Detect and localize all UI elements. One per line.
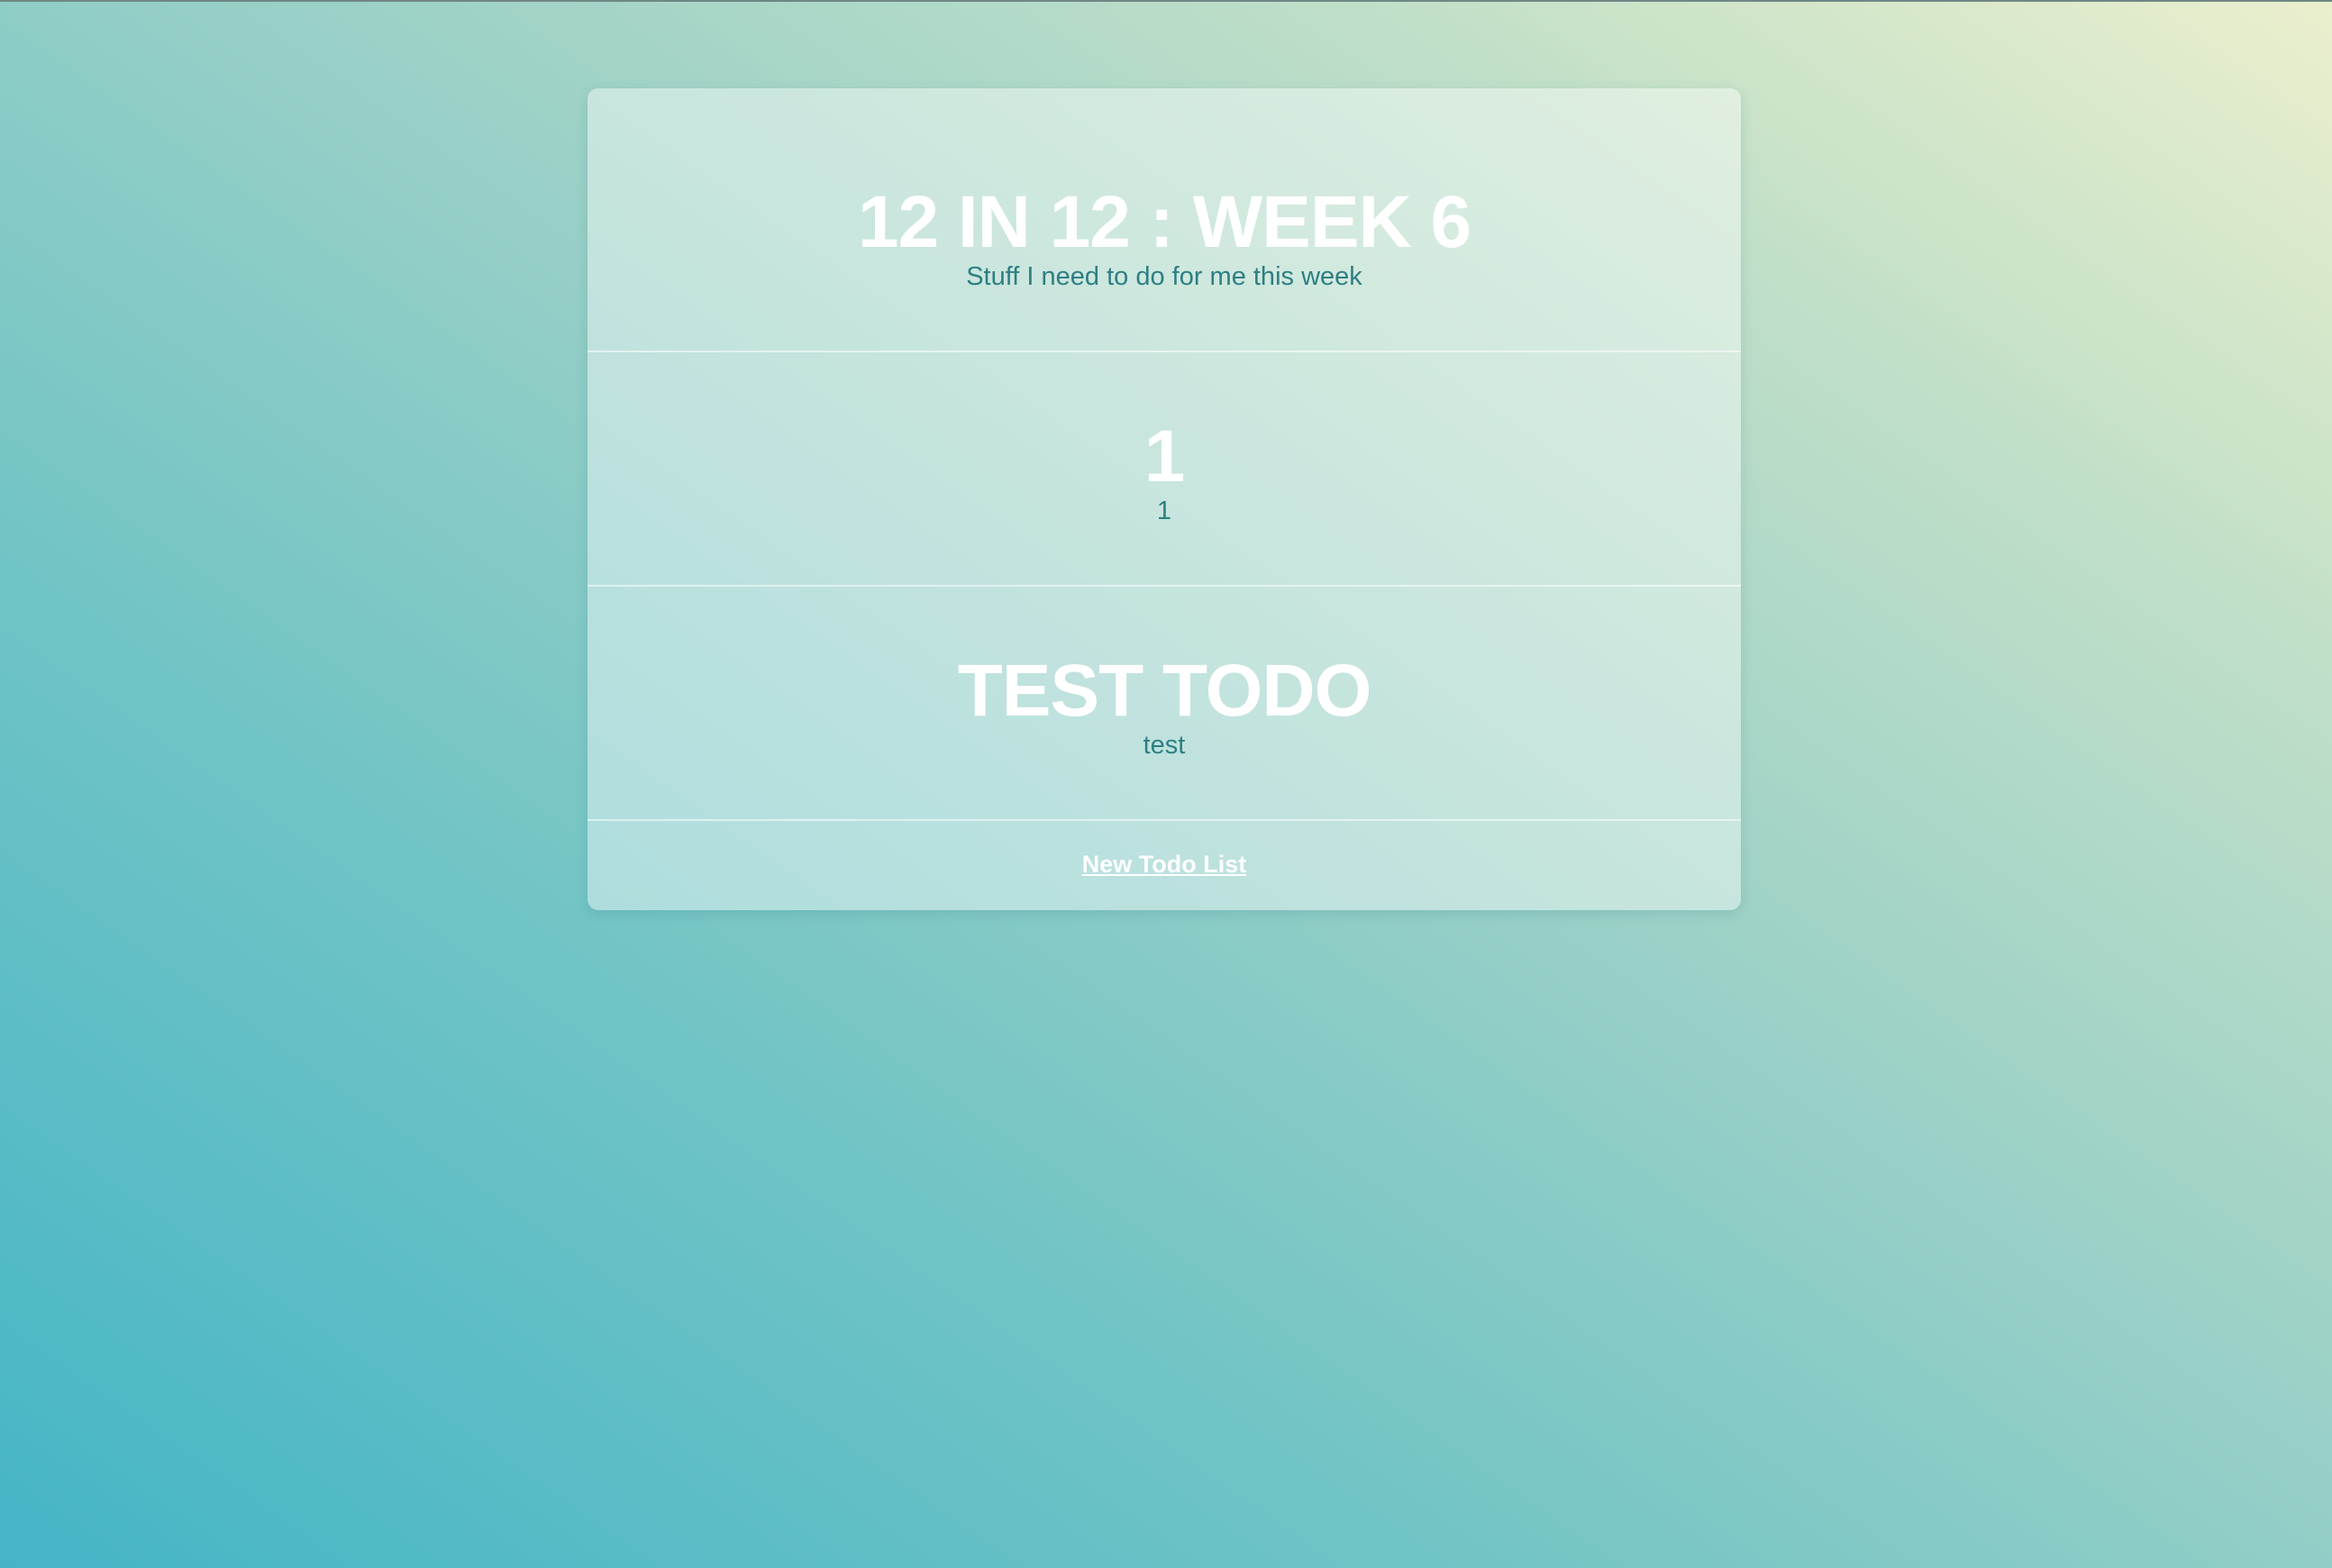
card-header: 12 IN 12 : WEEK 6 Stuff I need to do for…	[588, 88, 1741, 351]
todo-item-title: TEST TODO	[957, 650, 1372, 732]
card-footer: New Todo List	[588, 819, 1741, 910]
todo-item-description: test	[1143, 731, 1186, 760]
new-todo-list-link[interactable]: New Todo List	[588, 852, 1741, 877]
todo-item[interactable]: TEST TODO test	[588, 585, 1741, 819]
todo-item-description: 1	[1156, 497, 1172, 525]
window-top-border	[0, 0, 2332, 2]
todo-item-title: 1	[1143, 415, 1186, 497]
page-subtitle: Stuff I need to do for me this week	[966, 262, 1362, 291]
todo-card: 12 IN 12 : WEEK 6 Stuff I need to do for…	[588, 88, 1741, 910]
todo-item[interactable]: 1 1	[588, 351, 1741, 585]
page-title: 12 IN 12 : WEEK 6	[857, 181, 1471, 263]
